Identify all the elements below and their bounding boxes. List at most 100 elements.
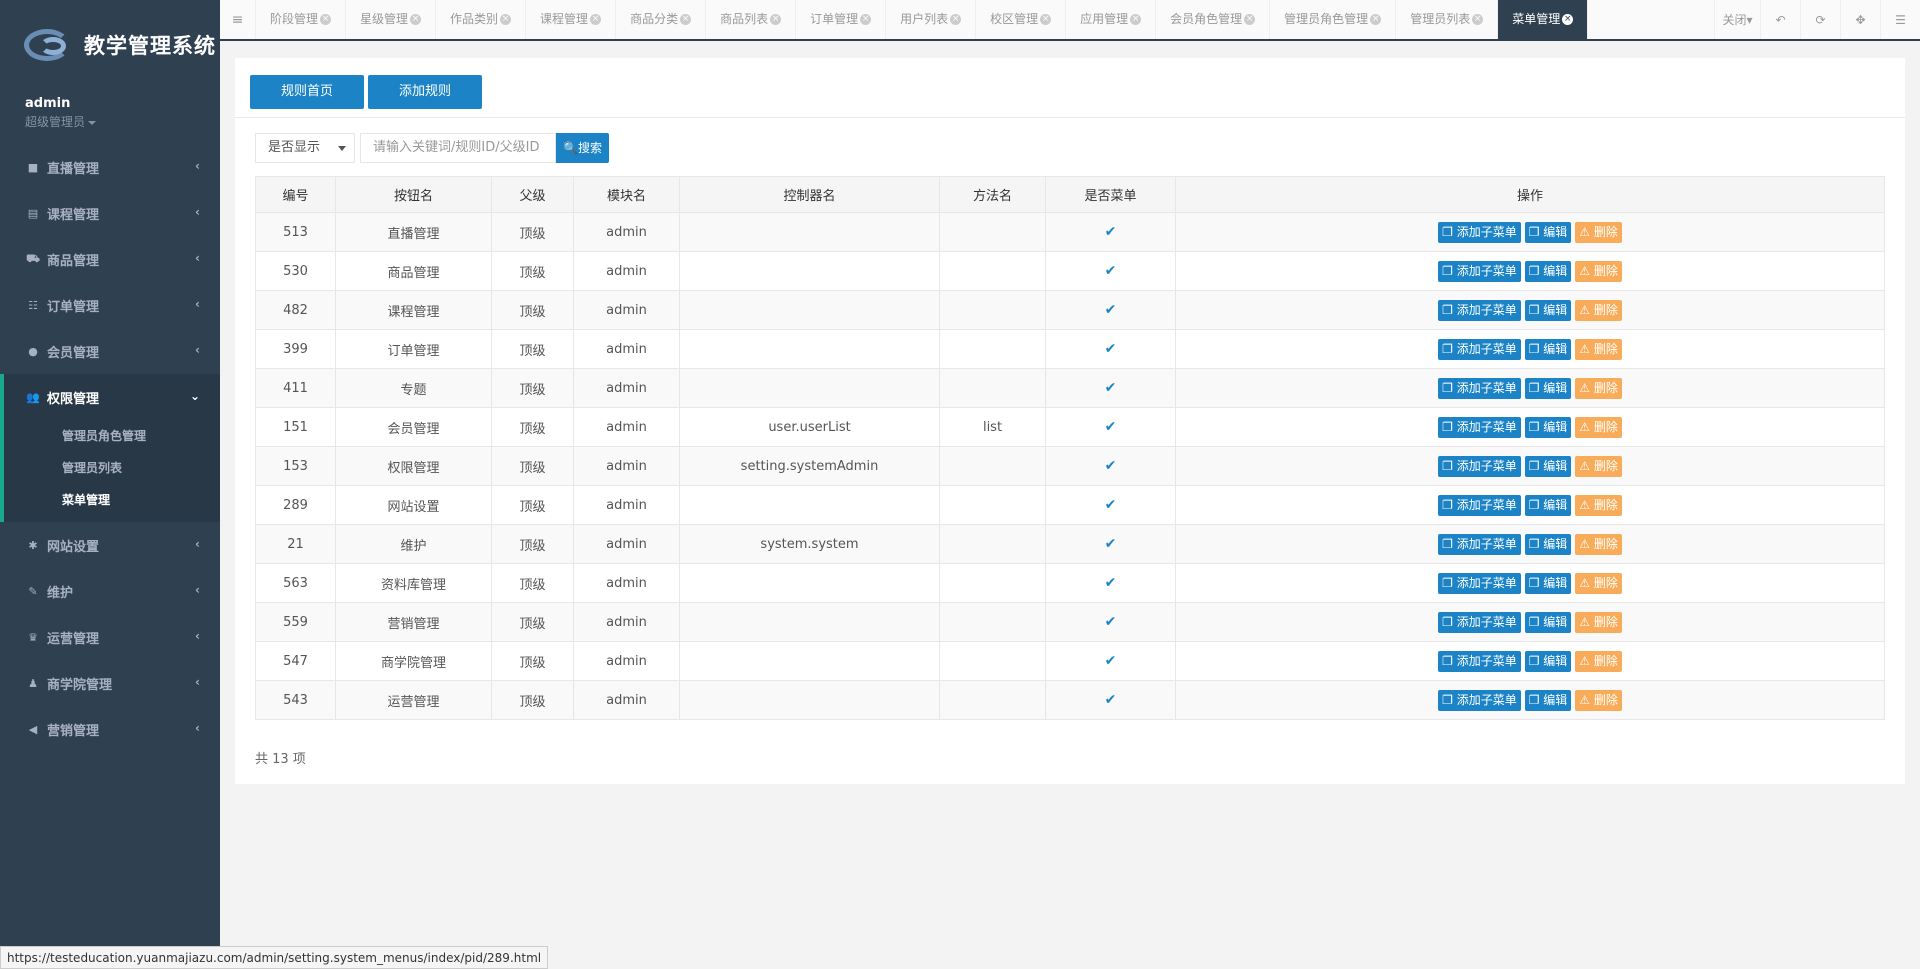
add-child-button[interactable]: ❐ 添加子菜单: [1438, 416, 1521, 438]
close-icon[interactable]: ×: [1370, 14, 1382, 25]
warning-icon: ⚠: [1579, 458, 1594, 473]
tab-item[interactable]: 商品分类 ×: [616, 0, 707, 39]
sidebar-item-permissions[interactable]: 👥 权限管理 ⌄: [4, 374, 220, 420]
sidebar-item[interactable]: ✱ 网站设置 ‹: [0, 522, 220, 568]
add-child-button[interactable]: ❐ 添加子菜单: [1438, 338, 1521, 360]
add-rule-button[interactable]: 添加规则: [368, 75, 483, 109]
tab-item[interactable]: 星级管理 ×: [346, 0, 437, 39]
add-child-button[interactable]: ❐ 添加子菜单: [1438, 650, 1521, 672]
close-icon[interactable]: ×: [1562, 14, 1574, 25]
delete-button[interactable]: ⚠ 删除: [1575, 416, 1622, 438]
delete-button[interactable]: ⚠ 删除: [1575, 377, 1622, 399]
edit-button[interactable]: ❐ 编辑: [1524, 611, 1572, 633]
visibility-select[interactable]: 是否显示: [255, 133, 355, 163]
tab-item[interactable]: 管理员角色管理 ×: [1270, 0, 1397, 39]
tab-item[interactable]: 管理员列表 ×: [1396, 0, 1499, 39]
close-icon[interactable]: ×: [320, 14, 332, 25]
sidebar-item[interactable]: ☷ 订单管理 ‹: [0, 282, 220, 328]
close-icon[interactable]: ×: [500, 14, 512, 25]
tab-item[interactable]: 订单管理 ×: [796, 0, 887, 39]
close-icon[interactable]: ×: [1244, 14, 1256, 25]
settings-icon[interactable]: ☰: [1880, 0, 1920, 39]
add-child-label: 添加子菜单: [1456, 341, 1517, 356]
add-child-button[interactable]: ❐ 添加子菜单: [1438, 494, 1521, 516]
close-icon[interactable]: ×: [680, 14, 692, 25]
menu-toggle-icon[interactable]: ≡: [220, 0, 256, 39]
delete-button[interactable]: ⚠ 删除: [1575, 494, 1622, 516]
sidebar-subitem[interactable]: 管理员列表: [4, 452, 220, 484]
user-role-dropdown[interactable]: 超级管理员: [25, 113, 195, 130]
add-child-button[interactable]: ❐ 添加子菜单: [1438, 260, 1521, 282]
tab-item[interactable]: 课程管理 ×: [526, 0, 617, 39]
sidebar-item[interactable]: ■ 直播管理 ‹: [0, 144, 220, 190]
edit-button[interactable]: ❐ 编辑: [1524, 494, 1572, 516]
delete-button[interactable]: ⚠ 删除: [1575, 338, 1622, 360]
close-icon[interactable]: ×: [860, 14, 872, 25]
user-profile[interactable]: admin 超级管理员: [0, 90, 220, 144]
rules-home-button[interactable]: 规则首页: [250, 75, 365, 109]
delete-button[interactable]: ⚠ 删除: [1575, 299, 1622, 321]
close-icon[interactable]: ×: [1472, 14, 1484, 25]
tab-item[interactable]: 校区管理 ×: [976, 0, 1067, 39]
edit-button[interactable]: ❐ 编辑: [1524, 416, 1572, 438]
edit-icon: ❐: [1528, 458, 1544, 473]
delete-button[interactable]: ⚠ 删除: [1575, 260, 1622, 282]
edit-button[interactable]: ❐ 编辑: [1524, 299, 1572, 321]
add-child-button[interactable]: ❐ 添加子菜单: [1438, 455, 1521, 477]
delete-button[interactable]: ⚠ 删除: [1575, 221, 1622, 243]
add-child-button[interactable]: ❐ 添加子菜单: [1438, 572, 1521, 594]
delete-button[interactable]: ⚠ 删除: [1575, 650, 1622, 672]
add-child-button[interactable]: ❐ 添加子菜单: [1438, 689, 1521, 711]
edit-button[interactable]: ❐ 编辑: [1524, 455, 1572, 477]
sidebar-item[interactable]: ♛ 运营管理 ‹: [0, 614, 220, 660]
add-child-button[interactable]: ❐ 添加子菜单: [1438, 533, 1521, 555]
delete-button[interactable]: ⚠ 删除: [1575, 572, 1622, 594]
sidebar-item[interactable]: ✎ 维护 ‹: [0, 568, 220, 614]
edit-button[interactable]: ❐ 编辑: [1524, 260, 1572, 282]
edit-button[interactable]: ❐ 编辑: [1524, 650, 1572, 672]
edit-button[interactable]: ❐ 编辑: [1524, 338, 1572, 360]
sidebar-item[interactable]: ● 会员管理 ‹: [0, 328, 220, 374]
close-icon[interactable]: ×: [590, 14, 602, 25]
add-child-button[interactable]: ❐ 添加子菜单: [1438, 377, 1521, 399]
edit-button[interactable]: ❐ 编辑: [1524, 221, 1572, 243]
sidebar-subitem[interactable]: 菜单管理: [4, 484, 220, 516]
close-icon[interactable]: ×: [1040, 14, 1052, 25]
tab-item[interactable]: 会员角色管理 ×: [1156, 0, 1271, 39]
tab-item[interactable]: 菜单管理 ×: [1498, 0, 1589, 39]
tab-item[interactable]: 阶段管理 ×: [256, 0, 347, 39]
search-button[interactable]: 🔍搜索: [556, 133, 609, 163]
delete-button[interactable]: ⚠ 删除: [1575, 533, 1622, 555]
fullscreen-icon[interactable]: ✥: [1840, 0, 1880, 39]
sidebar-item[interactable]: ⛟ 商品管理 ‹: [0, 236, 220, 282]
edit-button[interactable]: ❐ 编辑: [1524, 377, 1572, 399]
edit-button[interactable]: ❐ 编辑: [1524, 689, 1572, 711]
delete-button[interactable]: ⚠ 删除: [1575, 611, 1622, 633]
close-tabs-dropdown[interactable]: 关闭 ▾: [1714, 0, 1760, 39]
close-icon[interactable]: ×: [410, 14, 422, 25]
edit-button[interactable]: ❐ 编辑: [1524, 533, 1572, 555]
copy-icon: ❐: [1442, 536, 1457, 551]
add-child-button[interactable]: ❐ 添加子菜单: [1438, 299, 1521, 321]
tab-item[interactable]: 应用管理 ×: [1066, 0, 1157, 39]
tab-item[interactable]: 作品类别 ×: [436, 0, 527, 39]
sidebar-item[interactable]: ◀ 营销管理 ‹: [0, 706, 220, 752]
close-icon[interactable]: ×: [1130, 14, 1142, 25]
add-child-button[interactable]: ❐ 添加子菜单: [1438, 221, 1521, 243]
sidebar-item[interactable]: ♟ 商学院管理 ‹: [0, 660, 220, 706]
cell-method: [939, 602, 1046, 642]
delete-button[interactable]: ⚠ 删除: [1575, 455, 1622, 477]
edit-button[interactable]: ❐ 编辑: [1524, 572, 1572, 594]
close-icon[interactable]: ×: [770, 14, 782, 25]
refresh-icon[interactable]: ⟳: [1800, 0, 1840, 39]
tab-item[interactable]: 商品列表 ×: [706, 0, 797, 39]
delete-button[interactable]: ⚠ 删除: [1575, 689, 1622, 711]
logo[interactable]: 教学管理系统: [0, 0, 220, 90]
back-icon[interactable]: ↶: [1760, 0, 1800, 39]
tab-item[interactable]: 用户列表 ×: [886, 0, 977, 39]
search-input[interactable]: 请输入关键词/规则ID/父级ID: [360, 133, 556, 163]
close-icon[interactable]: ×: [950, 14, 962, 25]
add-child-button[interactable]: ❐ 添加子菜单: [1438, 611, 1521, 633]
sidebar-item[interactable]: ▤ 课程管理 ‹: [0, 190, 220, 236]
sidebar-subitem[interactable]: 管理员角色管理: [4, 420, 220, 452]
